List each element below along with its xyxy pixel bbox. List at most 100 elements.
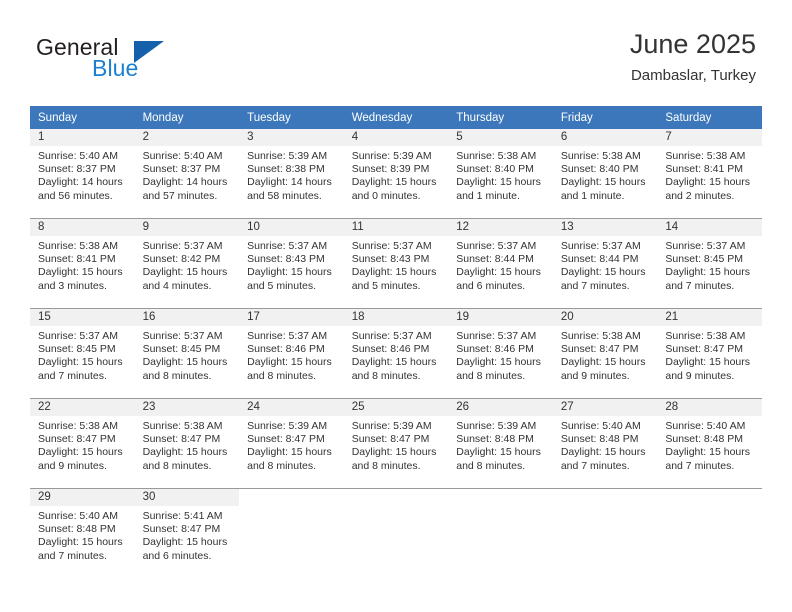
- daylight-text-line2: and 6 minutes.: [456, 279, 526, 292]
- calendar-day-cell-empty: [448, 488, 553, 573]
- daylight-text-line2: and 7 minutes.: [38, 369, 107, 382]
- weekday-header-row: Sunday Monday Tuesday Wednesday Thursday…: [30, 106, 762, 129]
- calendar-day-cell[interactable]: 2 Sunrise: 5:40 AM Sunset: 8:37 PM Daylight…: [134, 129, 240, 213]
- day-details: Sunrise: 5:37 AM Sunset: 8:46 PM Daylight:…: [344, 326, 449, 383]
- calendar-day-cell[interactable]: 10 Sunrise: 5:37 AM Sunset: 8:43 PM Dayligh…: [239, 218, 344, 303]
- day-number: 21: [657, 309, 762, 326]
- daylight-text-line2: and 2 minutes.: [665, 189, 735, 202]
- calendar-day-cell[interactable]: 11 Sunrise: 5:37 AM Sunset: 8:43 PM Dayligh…: [343, 218, 449, 303]
- calendar-day-cell[interactable]: 27 Sunrise: 5:40 AM Sunset: 8:48 PM Dayligh…: [552, 398, 658, 483]
- day-number: 27: [552, 399, 658, 416]
- calendar-day-cell[interactable]: 19 Sunrise: 5:37 AM Sunset: 8:46 PM Dayligh…: [448, 308, 553, 393]
- day-number: 5: [448, 129, 553, 146]
- sunset-text: Sunset: 8:46 PM: [456, 343, 534, 356]
- calendar-page: General Blue June 2025 Dambaslar, Turkey…: [0, 0, 792, 612]
- day-details: Sunrise: 5:39 AM Sunset: 8:39 PM Daylight:…: [344, 146, 449, 203]
- calendar-day-cell[interactable]: 4 Sunrise: 5:39 AM Sunset: 8:39 PM Daylight…: [343, 129, 449, 213]
- day-number: 15: [30, 309, 135, 326]
- sunset-text: Sunset: 8:47 PM: [665, 343, 744, 356]
- daylight-text-line2: and 7 minutes.: [38, 549, 107, 562]
- day-details: Sunrise: 5:38 AM Sunset: 8:40 PM Daylight:…: [553, 146, 658, 203]
- sunrise-text: Sunrise: 5:37 AM: [665, 240, 746, 252]
- calendar-day-cell[interactable]: 16 Sunrise: 5:37 AM Sunset: 8:45 PM Dayligh…: [134, 308, 240, 393]
- day-number: 18: [343, 309, 449, 326]
- calendar-day-cell[interactable]: 17 Sunrise: 5:37 AM Sunset: 8:46 PM Dayligh…: [239, 308, 344, 393]
- logo-text-blue: Blue: [92, 55, 139, 81]
- sunrise-text: Sunrise: 5:37 AM: [560, 240, 641, 252]
- daylight-text-line1: Daylight: 15 hours: [665, 176, 751, 189]
- sunrise-text: Sunrise: 5:39 AM: [351, 420, 432, 432]
- daylight-text-line1: Daylight: 15 hours: [665, 356, 751, 369]
- daylight-text-line2: and 5 minutes.: [351, 279, 421, 292]
- calendar-day-cell[interactable]: 6 Sunrise: 5:38 AM Sunset: 8:40 PM Daylight…: [552, 129, 658, 213]
- general-blue-logo[interactable]: General Blue: [36, 34, 236, 86]
- weekday-header-sunday: Sunday: [30, 106, 135, 129]
- day-cell-content: 19 Sunrise: 5:37 AM Sunset: 8:46 PM Dayligh…: [448, 309, 553, 393]
- calendar-day-cell[interactable]: 3 Sunrise: 5:39 AM Sunset: 8:38 PM Daylight…: [239, 129, 344, 213]
- calendar-day-cell-empty: [552, 488, 658, 573]
- sunset-text: Sunset: 8:45 PM: [38, 343, 116, 356]
- day-number: 24: [239, 399, 344, 416]
- calendar-day-cell[interactable]: 24 Sunrise: 5:39 AM Sunset: 8:47 PM Dayligh…: [239, 398, 344, 483]
- weekday-header-wednesday: Wednesday: [343, 106, 449, 129]
- calendar-day-cell[interactable]: 25 Sunrise: 5:39 AM Sunset: 8:47 PM Dayligh…: [343, 398, 449, 483]
- day-details: Sunrise: 5:38 AM Sunset: 8:40 PM Daylight:…: [448, 146, 553, 203]
- day-details: Sunrise: 5:38 AM Sunset: 8:47 PM Daylight:…: [30, 416, 135, 473]
- daylight-text-line1: Daylight: 15 hours: [560, 356, 646, 369]
- calendar-day-cell[interactable]: 15 Sunrise: 5:37 AM Sunset: 8:45 PM Dayligh…: [30, 308, 135, 393]
- calendar-day-cell[interactable]: 29 Sunrise: 5:40 AM Sunset: 8:48 PM Dayligh…: [30, 488, 135, 573]
- daylight-text-line2: and 8 minutes.: [351, 369, 421, 382]
- calendar-day-cell[interactable]: 14 Sunrise: 5:37 AM Sunset: 8:45 PM Dayligh…: [657, 218, 762, 303]
- calendar-day-cell[interactable]: 13 Sunrise: 5:37 AM Sunset: 8:44 PM Dayligh…: [552, 218, 658, 303]
- day-number: 28: [657, 399, 762, 416]
- day-number: 8: [30, 219, 135, 236]
- daylight-text-line2: and 8 minutes.: [247, 369, 317, 382]
- day-details: Sunrise: 5:38 AM Sunset: 8:47 PM Daylight:…: [657, 326, 762, 383]
- daylight-text-line1: Daylight: 15 hours: [560, 176, 646, 189]
- calendar-day-cell[interactable]: 21 Sunrise: 5:38 AM Sunset: 8:47 PM Dayligh…: [657, 308, 762, 393]
- sunset-text: Sunset: 8:37 PM: [142, 163, 221, 176]
- day-details: Sunrise: 5:37 AM Sunset: 8:44 PM Daylight:…: [553, 236, 658, 293]
- day-number: 11: [343, 219, 449, 236]
- daylight-text-line2: and 3 minutes.: [38, 279, 107, 292]
- sunrise-text: Sunrise: 5:40 AM: [142, 150, 223, 162]
- daylight-text-line1: Daylight: 15 hours: [456, 446, 541, 459]
- day-details: Sunrise: 5:38 AM Sunset: 8:41 PM Daylight:…: [657, 146, 762, 203]
- sunrise-text: Sunrise: 5:40 AM: [665, 420, 746, 432]
- day-cell-content: 16 Sunrise: 5:37 AM Sunset: 8:45 PM Dayligh…: [134, 309, 240, 393]
- calendar-day-cell[interactable]: 18 Sunrise: 5:37 AM Sunset: 8:46 PM Dayligh…: [343, 308, 449, 393]
- day-details: Sunrise: 5:39 AM Sunset: 8:38 PM Daylight:…: [239, 146, 344, 203]
- sunset-text: Sunset: 8:47 PM: [560, 343, 639, 356]
- calendar-day-cell[interactable]: 7 Sunrise: 5:38 AM Sunset: 8:41 PM Daylight…: [657, 129, 762, 213]
- sunrise-text: Sunrise: 5:37 AM: [351, 330, 432, 342]
- weekday-header-saturday: Saturday: [657, 106, 762, 129]
- calendar-day-cell[interactable]: 8 Sunrise: 5:38 AM Sunset: 8:41 PM Daylight…: [30, 218, 135, 303]
- calendar-day-cell[interactable]: 5 Sunrise: 5:38 AM Sunset: 8:40 PM Daylight…: [448, 129, 553, 213]
- daylight-text-line1: Daylight: 15 hours: [456, 356, 541, 369]
- day-cell-content: 14 Sunrise: 5:37 AM Sunset: 8:45 PM Dayligh…: [657, 219, 762, 303]
- calendar-day-cell[interactable]: 30 Sunrise: 5:41 AM Sunset: 8:47 PM Dayligh…: [134, 488, 240, 573]
- day-details: Sunrise: 5:38 AM Sunset: 8:47 PM Daylight:…: [135, 416, 240, 473]
- calendar-day-cell[interactable]: 9 Sunrise: 5:37 AM Sunset: 8:42 PM Daylight…: [134, 218, 240, 303]
- calendar-day-cell[interactable]: 22 Sunrise: 5:38 AM Sunset: 8:47 PM Dayligh…: [30, 398, 135, 483]
- sunset-text: Sunset: 8:41 PM: [665, 163, 744, 176]
- calendar-day-cell[interactable]: 23 Sunrise: 5:38 AM Sunset: 8:47 PM Dayligh…: [134, 398, 240, 483]
- day-details: Sunrise: 5:37 AM Sunset: 8:43 PM Daylight:…: [344, 236, 449, 293]
- sunset-text: Sunset: 8:40 PM: [560, 163, 639, 176]
- calendar-day-cell[interactable]: 20 Sunrise: 5:38 AM Sunset: 8:47 PM Dayligh…: [552, 308, 658, 393]
- daylight-text-line2: and 6 minutes.: [142, 549, 212, 562]
- sunset-text: Sunset: 8:44 PM: [456, 253, 534, 266]
- sunset-text: Sunset: 8:37 PM: [38, 163, 116, 176]
- calendar-day-cell[interactable]: 1 Sunrise: 5:40 AM Sunset: 8:37 PM Daylight…: [30, 129, 135, 213]
- daylight-text-line1: Daylight: 15 hours: [38, 356, 123, 369]
- triangle-icon: [134, 41, 164, 63]
- calendar-day-cell[interactable]: 28 Sunrise: 5:40 AM Sunset: 8:48 PM Dayligh…: [657, 398, 762, 483]
- sunrise-text: Sunrise: 5:38 AM: [38, 240, 118, 252]
- sunrise-text: Sunrise: 5:37 AM: [38, 330, 118, 342]
- daylight-text-line1: Daylight: 14 hours: [247, 176, 332, 189]
- sunset-text: Sunset: 8:45 PM: [665, 253, 744, 266]
- calendar-day-cell[interactable]: 26 Sunrise: 5:39 AM Sunset: 8:48 PM Dayligh…: [448, 398, 553, 483]
- day-details: Sunrise: 5:37 AM Sunset: 8:43 PM Daylight:…: [239, 236, 344, 293]
- sunrise-text: Sunrise: 5:39 AM: [247, 150, 328, 162]
- calendar-day-cell[interactable]: 12 Sunrise: 5:37 AM Sunset: 8:44 PM Dayligh…: [448, 218, 553, 303]
